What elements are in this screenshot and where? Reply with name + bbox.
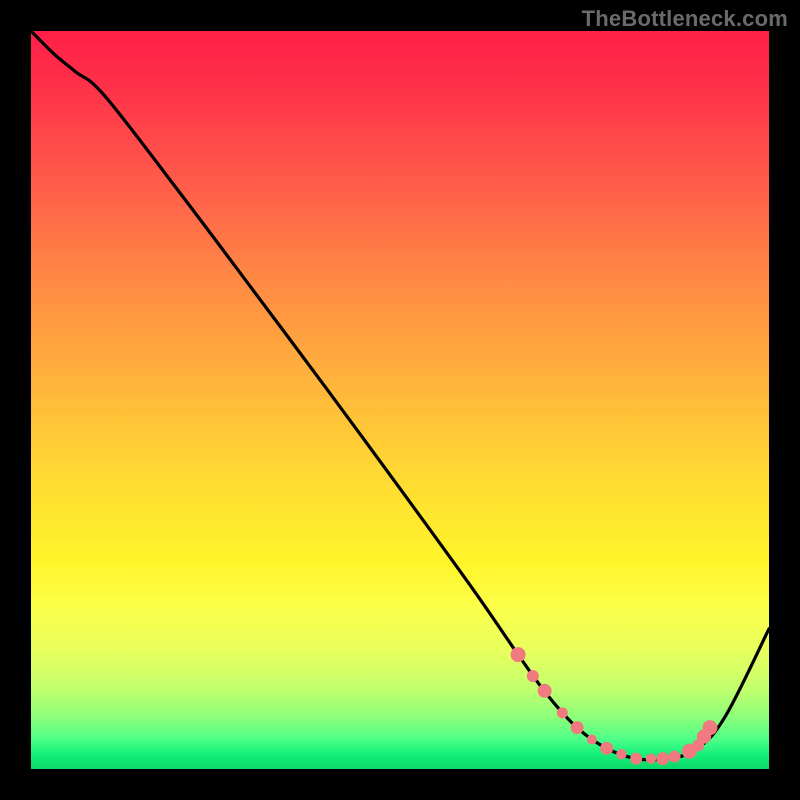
marker-bead	[538, 684, 552, 698]
marker-bead	[587, 734, 597, 744]
chart-svg	[31, 31, 769, 769]
marker-bead	[646, 753, 656, 763]
bottleneck-curve	[31, 31, 769, 760]
marker-bead	[527, 670, 539, 682]
marker-beads-group	[511, 647, 718, 765]
marker-bead	[557, 707, 568, 718]
watermark-text: TheBottleneck.com	[582, 6, 788, 32]
marker-bead	[656, 752, 669, 765]
marker-bead	[600, 742, 613, 755]
marker-bead	[571, 721, 584, 734]
marker-bead	[511, 647, 526, 662]
marker-bead	[616, 749, 626, 759]
marker-bead	[669, 750, 681, 762]
marker-bead	[702, 720, 717, 735]
marker-bead	[630, 753, 642, 765]
chart-plot-area	[31, 31, 769, 769]
